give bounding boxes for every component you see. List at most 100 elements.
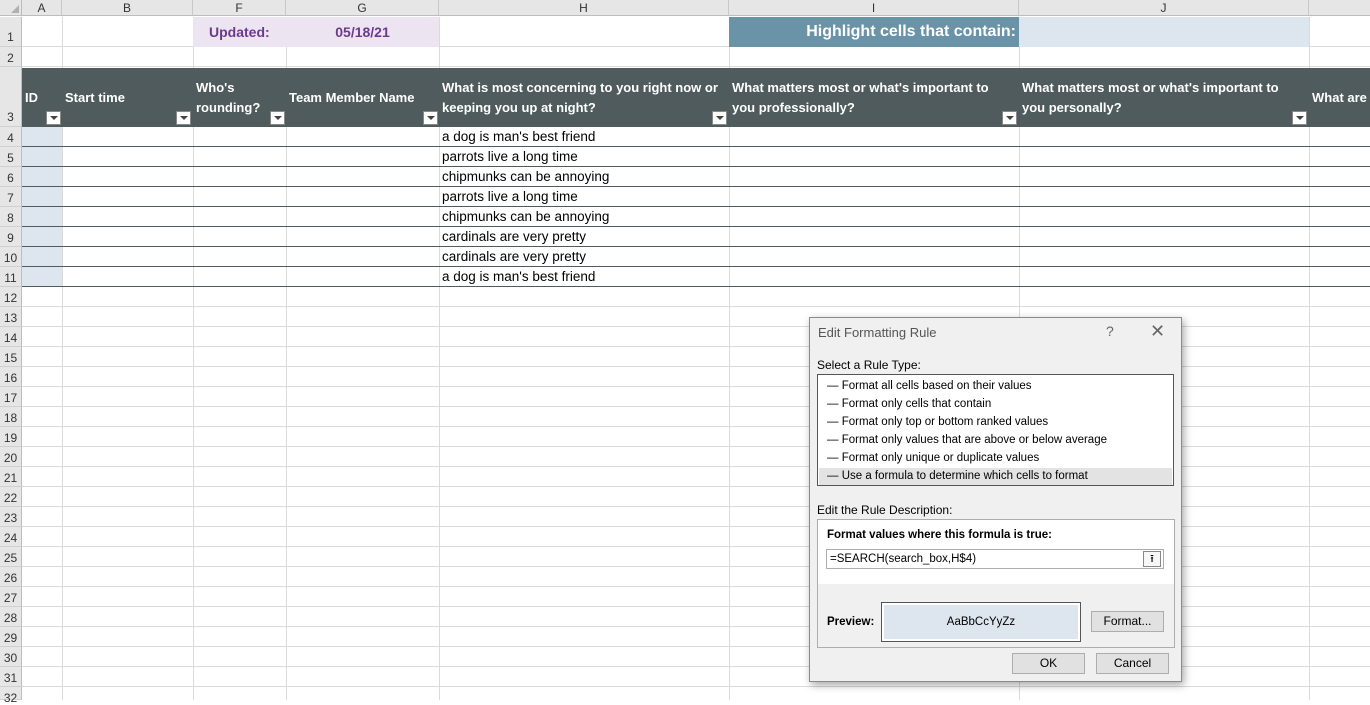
row-header[interactable]: 28 (0, 607, 22, 627)
column-header-g[interactable]: G (286, 0, 439, 16)
header-what-are: What are (1312, 90, 1367, 105)
concern-cell[interactable]: chipmunks can be annoying (442, 209, 727, 224)
id-cell[interactable] (22, 187, 62, 207)
row-header[interactable]: 16 (0, 367, 22, 387)
row-header[interactable]: 5 (0, 147, 22, 167)
header-id: ID (25, 90, 38, 105)
concern-cell[interactable]: cardinals are very pretty (442, 229, 727, 244)
filter-dropdown-button[interactable] (712, 111, 727, 125)
id-cell[interactable] (22, 247, 62, 267)
rule-type-option[interactable]: — Format only unique or duplicate values (819, 450, 1172, 467)
id-cell[interactable] (22, 147, 62, 167)
rule-type-option[interactable]: — Format all cells based on their values (819, 378, 1172, 395)
preview-sample: AaBbCcYyZz (884, 605, 1078, 639)
rule-type-option[interactable]: — Use a formula to determine which cells… (819, 468, 1172, 485)
table-row-border (22, 246, 1370, 247)
spreadsheet[interactable]: A B F G H I J 1 2 3 4 5 6 7 8 9 10 11 12 13 14 15 16 17 1… (0, 0, 1370, 705)
row-header[interactable]: 7 (0, 187, 22, 207)
rule-type-option[interactable]: — Format only values that are above or b… (819, 432, 1172, 449)
gridline (22, 66, 1370, 67)
row-header[interactable]: 19 (0, 427, 22, 447)
row-header[interactable]: 4 (0, 127, 22, 147)
format-button[interactable]: Format... (1091, 611, 1164, 632)
row-header[interactable]: 30 (0, 647, 22, 667)
gridline (22, 306, 1370, 307)
row-header[interactable]: 21 (0, 467, 22, 487)
close-icon[interactable]: ✕ (1150, 321, 1165, 342)
collapse-dialog-icon[interactable]: ⭱ (1143, 551, 1161, 567)
row-header[interactable]: 3 (0, 67, 22, 127)
column-header-a[interactable]: A (22, 0, 62, 16)
concern-cell[interactable]: a dog is man's best friend (442, 269, 727, 284)
column-header-j[interactable]: J (1019, 0, 1309, 16)
row-header[interactable]: 23 (0, 507, 22, 527)
row-header[interactable]: 11 (0, 267, 22, 287)
dialog-title: Edit Formatting Rule (818, 325, 937, 340)
edit-formatting-rule-dialog[interactable]: Edit Formatting Rule ? ✕ Select a Rule T… (809, 317, 1182, 682)
column-header-h[interactable]: H (439, 0, 729, 16)
concern-cell[interactable]: parrots live a long time (442, 149, 727, 164)
row-header[interactable]: 6 (0, 167, 22, 187)
column-header-b[interactable]: B (62, 0, 193, 16)
gridline (22, 686, 1370, 687)
rule-type-option[interactable]: — Format only top or bottom ranked value… (819, 414, 1172, 431)
filter-dropdown-button[interactable] (46, 111, 61, 125)
updated-label: Updated: (209, 24, 270, 40)
table-row-border (22, 186, 1370, 187)
header-most-concerning: What is most concerning to you right now… (442, 80, 718, 115)
edit-rule-description-label: Edit the Rule Description: (817, 503, 953, 517)
table-row-border (22, 206, 1370, 207)
row-header[interactable]: 29 (0, 627, 22, 647)
column-header-i[interactable]: I (729, 0, 1019, 16)
rule-type-list[interactable]: — Format all cells based on their values… (817, 374, 1174, 486)
filter-dropdown-button[interactable] (270, 111, 285, 125)
concern-cell[interactable]: parrots live a long time (442, 189, 727, 204)
filter-dropdown-button[interactable] (176, 111, 191, 125)
row-header[interactable]: 22 (0, 487, 22, 507)
formula-value: =SEARCH(search_box,H$4) (830, 553, 977, 565)
updated-date[interactable]: 05/18/21 (286, 24, 439, 40)
row-header[interactable]: 18 (0, 407, 22, 427)
table-row-border (22, 266, 1370, 267)
filter-dropdown-button[interactable] (1292, 111, 1307, 125)
row-header[interactable]: 12 (0, 287, 22, 307)
row-header[interactable]: 31 (0, 667, 22, 687)
id-cell[interactable] (22, 267, 62, 287)
rule-type-option[interactable]: — Format only cells that contain (819, 396, 1172, 413)
table-row-border (22, 166, 1370, 167)
rule-description-panel: Format values where this formula is true… (817, 519, 1175, 648)
ok-button[interactable]: OK (1012, 653, 1085, 674)
select-all-corner[interactable] (0, 0, 22, 16)
column-header-f[interactable]: F (193, 0, 286, 16)
row-header[interactable]: 26 (0, 567, 22, 587)
concern-cell[interactable]: cardinals are very pretty (442, 249, 727, 264)
row-header[interactable]: 15 (0, 347, 22, 367)
header-team-member-name: Team Member Name (289, 90, 415, 105)
id-cell[interactable] (22, 227, 62, 247)
cancel-button[interactable]: Cancel (1096, 653, 1169, 674)
filter-dropdown-button[interactable] (1002, 111, 1017, 125)
row-header[interactable]: 32 (0, 687, 22, 705)
row-header[interactable]: 1 (0, 17, 22, 47)
row-header[interactable]: 27 (0, 587, 22, 607)
row-header[interactable]: 17 (0, 387, 22, 407)
row-header[interactable]: 10 (0, 247, 22, 267)
row-header[interactable]: 20 (0, 447, 22, 467)
row-header[interactable]: 24 (0, 527, 22, 547)
row-header[interactable]: 8 (0, 207, 22, 227)
search-box-cell[interactable] (1019, 17, 1309, 47)
concern-cell[interactable]: a dog is man's best friend (442, 129, 727, 144)
row-header[interactable]: 9 (0, 227, 22, 247)
row-header[interactable]: 13 (0, 307, 22, 327)
row-header[interactable]: 2 (0, 47, 22, 67)
filter-dropdown-button[interactable] (423, 111, 438, 125)
concern-cell[interactable]: chipmunks can be annoying (442, 169, 727, 184)
formula-input[interactable]: =SEARCH(search_box,H$4) ⭱ (826, 549, 1164, 569)
row-header[interactable]: 14 (0, 327, 22, 347)
help-icon[interactable]: ? (1106, 323, 1114, 339)
column-header-k[interactable] (1309, 0, 1370, 16)
id-cell[interactable] (22, 207, 62, 227)
id-cell[interactable] (22, 167, 62, 187)
id-cell[interactable] (22, 127, 62, 147)
row-header[interactable]: 25 (0, 547, 22, 567)
